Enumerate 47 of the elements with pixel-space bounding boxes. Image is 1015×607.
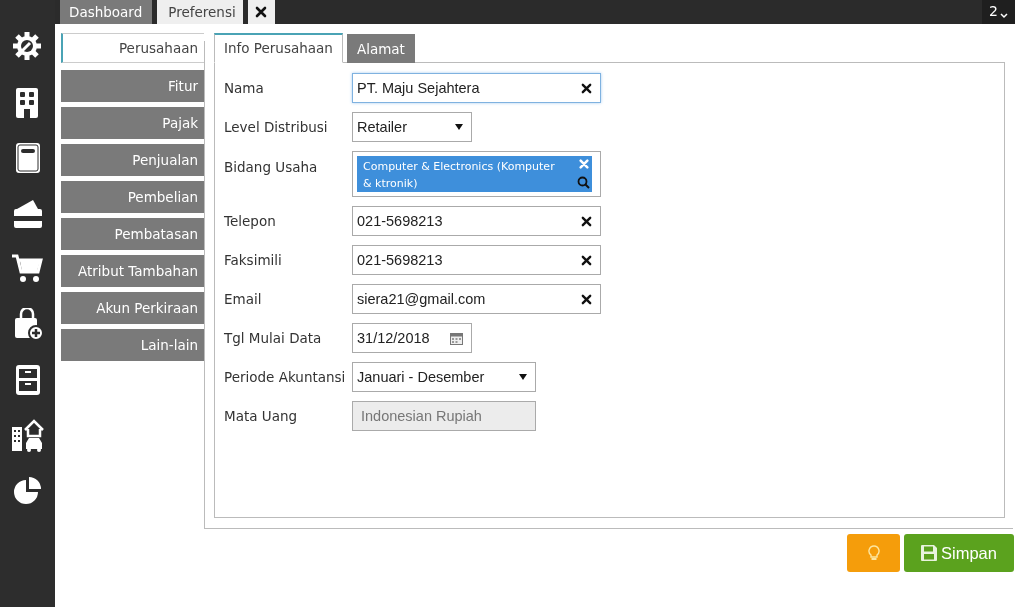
calendar-icon[interactable] [450,331,463,345]
nav-item[interactable]: Pembatasan [61,218,204,250]
clear-icon[interactable] [581,293,592,305]
input-field: Indonesian Rupiah [352,401,536,431]
date-field[interactable]: 31/12/2018 [352,323,472,353]
caret-icon[interactable] [519,374,527,380]
field-label: Email [224,291,263,307]
tag-label: Computer & Electronics (Komputer & ktronik) [363,159,556,190]
save-button[interactable]: Simpan [904,534,1014,572]
input-field[interactable]: 021-5698213 [352,206,601,236]
dropdown[interactable]: Retailer [352,112,472,142]
tab[interactable]: Info Perusahaan [214,33,343,63]
tag-field[interactable]: Computer & Electronics (Komputer & ktronik) [352,151,601,197]
search-icon[interactable] [577,176,590,189]
field-label: Nama [224,80,265,96]
lightbulb-icon [867,545,880,561]
nav-item[interactable]: Pajak [61,107,204,139]
field-label: Periode Akuntansi [224,369,347,385]
window-count: 2 [989,2,998,21]
input-field[interactable]: PT. Maju Sejahtera [352,73,601,103]
clear-icon[interactable] [581,82,592,94]
nav-item[interactable]: Penjualan [61,144,204,176]
clear-icon[interactable] [581,215,592,227]
clear-icon[interactable] [581,254,592,266]
caret-icon[interactable] [455,124,463,130]
nav-item[interactable]: Akun Perkiraan [61,292,204,324]
field-label: Mata Uang [224,408,299,424]
nav-item[interactable]: Atribut Tambahan [61,255,204,287]
nav-item[interactable]: Perusahaan [61,33,204,63]
field-label: Level Distribusi [224,119,329,135]
dropdown[interactable]: Januari - Desember [352,362,536,392]
remove-icon[interactable] [578,159,589,169]
tab[interactable]: Preferensi [157,0,243,24]
tab[interactable]: Dashboard [60,0,153,24]
close-icon[interactable] [255,6,268,18]
field-label: Bidang Usaha [224,159,319,175]
input-field[interactable]: siera21@gmail.com [352,284,601,314]
caret-icon[interactable] [999,13,1008,19]
nav-item[interactable]: Pembelian [61,181,204,213]
tab[interactable]: Alamat [346,34,415,63]
field-label: Faksimili [224,252,283,268]
nav-item[interactable]: Lain-lain [61,329,204,361]
field-label: Telepon [224,213,277,229]
nav-item[interactable]: Fitur [61,70,204,102]
input-field[interactable]: 021-5698213 [352,245,601,275]
field-label: Tgl Mulai Data [224,330,323,346]
buildings-car-icon[interactable] [10,418,45,453]
